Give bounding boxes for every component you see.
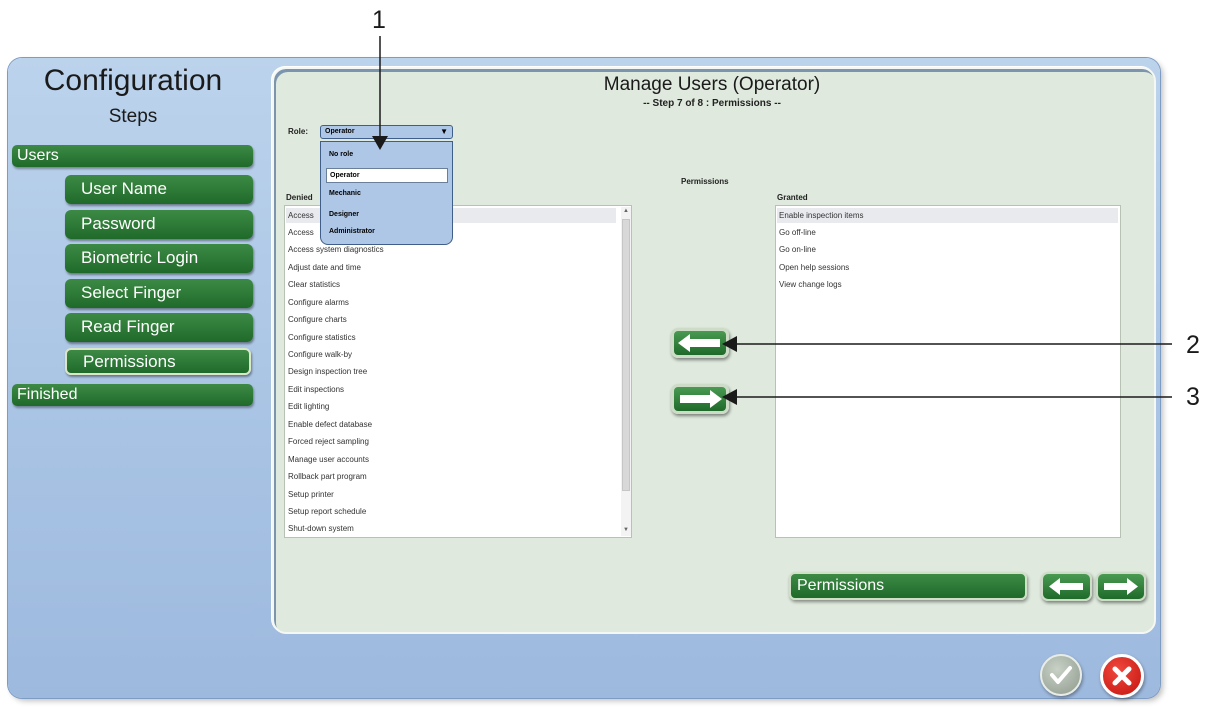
- callout-lines: [372, 36, 1172, 405]
- callout-3-arrowhead: [722, 389, 737, 405]
- callout-2-arrowhead: [722, 336, 737, 352]
- callout-1-arrowhead: [372, 136, 388, 150]
